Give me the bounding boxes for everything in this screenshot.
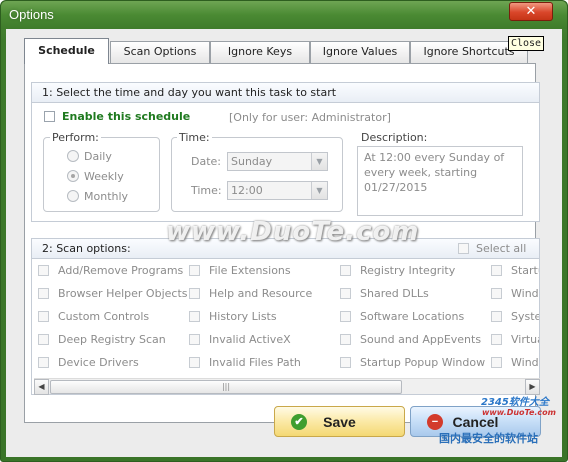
cancel-button[interactable]: − Cancel — [410, 406, 541, 437]
scan-option-label[interactable]: Invalid Files Path — [209, 356, 301, 369]
description-legend: Description: — [359, 131, 430, 144]
scan-option-checkbox[interactable] — [491, 357, 502, 368]
scan-option-label[interactable]: Custom Controls — [58, 310, 149, 323]
date-label: Date: — [191, 155, 221, 168]
close-icon: ✕ — [525, 4, 537, 19]
scan-option-checkbox[interactable] — [491, 288, 502, 299]
description-box: At 12:00 every Sunday of every week, sta… — [357, 146, 523, 216]
tab-ignore-values[interactable]: Ignore Values — [310, 41, 410, 63]
scan-option-label[interactable]: Windo — [511, 356, 539, 369]
scan-option-label[interactable]: Add/Remove Programs — [58, 264, 183, 277]
perform-legend: Perform: — [50, 131, 101, 144]
scan-option-label[interactable]: Deep Registry Scan — [58, 333, 166, 346]
save-button[interactable]: ✔ Save — [274, 406, 405, 437]
enable-schedule-label[interactable]: Enable this schedule — [62, 110, 190, 123]
scan-option-checkbox[interactable] — [189, 311, 200, 322]
scan-option-label[interactable]: Startu — [511, 264, 539, 277]
scroll-grip-icon: ||| — [221, 382, 231, 391]
radio-weekly[interactable] — [67, 170, 79, 182]
scan-option-label[interactable]: Startup Popup Window — [360, 356, 485, 369]
scan-option-checkbox[interactable] — [340, 334, 351, 345]
schedule-section-title: 1: Select the time and day you want this… — [32, 83, 539, 103]
time-legend: Time: — [177, 131, 212, 144]
scroll-right-button[interactable]: ▶ — [525, 379, 540, 395]
scan-options-grid: Add/Remove Programs Browser Helper Object… — [32, 259, 539, 378]
close-tooltip: Close — [508, 36, 544, 51]
scan-option-checkbox[interactable] — [38, 311, 49, 322]
title-bar[interactable]: Options ✕ — [1, 1, 567, 29]
scan-option-label[interactable]: Registry Integrity — [360, 264, 455, 277]
tab-ignore-keys[interactable]: Ignore Keys — [210, 41, 310, 63]
scan-option-label[interactable]: Invalid ActiveX — [209, 333, 291, 346]
radio-monthly-label[interactable]: Monthly — [84, 190, 128, 203]
select-all-checkbox[interactable] — [458, 243, 469, 254]
scan-option-checkbox[interactable] — [189, 357, 200, 368]
scan-option-checkbox[interactable] — [189, 334, 200, 345]
scan-option-checkbox[interactable] — [38, 357, 49, 368]
select-all-label[interactable]: Select all — [476, 242, 526, 255]
scan-option-label[interactable]: History Lists — [209, 310, 277, 323]
scan-option-label[interactable]: Shared DLLs — [360, 287, 429, 300]
scan-option-checkbox[interactable] — [340, 288, 351, 299]
horizontal-scrollbar[interactable]: ◀ ||| ▶ — [34, 378, 540, 395]
scan-option-checkbox[interactable] — [38, 334, 49, 345]
radio-monthly[interactable] — [67, 190, 79, 202]
user-note: [Only for user: Administrator] — [229, 111, 391, 124]
tab-scan-options[interactable]: Scan Options — [110, 41, 210, 63]
scan-option-checkbox[interactable] — [491, 311, 502, 322]
scan-option-checkbox[interactable] — [38, 288, 49, 299]
scan-option-checkbox[interactable] — [340, 357, 351, 368]
description-text: At 12:00 every Sunday of every week, sta… — [364, 151, 505, 194]
scan-option-label[interactable]: Software Locations — [360, 310, 464, 323]
cancel-label: Cancel — [452, 414, 499, 430]
radio-weekly-label[interactable]: Weekly — [84, 170, 124, 183]
date-select[interactable]: Sunday ▼ — [227, 152, 328, 171]
time-select-value: 12:00 — [231, 184, 263, 197]
scan-option-checkbox[interactable] — [340, 311, 351, 322]
radio-daily-label[interactable]: Daily — [84, 150, 112, 163]
scroll-left-button[interactable]: ◀ — [34, 379, 49, 395]
options-window: Options ✕ Close Schedule Scan Options Ig… — [0, 0, 568, 462]
scan-option-label[interactable]: Windo — [511, 287, 539, 300]
scan-option-checkbox[interactable] — [189, 265, 200, 276]
chevron-down-icon: ▼ — [311, 153, 327, 170]
scan-option-label[interactable]: File Extensions — [209, 264, 291, 277]
date-select-value: Sunday — [231, 155, 273, 168]
scan-option-label[interactable]: Device Drivers — [58, 356, 139, 369]
scan-option-checkbox[interactable] — [340, 265, 351, 276]
scan-option-checkbox[interactable] — [491, 265, 502, 276]
radio-daily[interactable] — [67, 150, 79, 162]
time-label: Time: — [191, 184, 222, 197]
scan-option-checkbox[interactable] — [189, 288, 200, 299]
scan-option-label[interactable]: Browser Helper Objects — [58, 287, 188, 300]
scan-option-checkbox[interactable] — [38, 265, 49, 276]
scroll-thumb[interactable]: ||| — [50, 380, 402, 394]
save-label: Save — [323, 414, 356, 430]
scan-option-label[interactable]: Syste — [511, 310, 539, 323]
scan-option-checkbox[interactable] — [491, 334, 502, 345]
close-button[interactable]: ✕ — [509, 2, 553, 21]
tab-schedule[interactable]: Schedule — [24, 38, 109, 64]
time-fieldset: Time: — [171, 131, 343, 212]
time-select[interactable]: 12:00 ▼ — [227, 181, 328, 200]
enable-schedule-checkbox[interactable] — [44, 111, 55, 122]
scan-option-label[interactable]: Sound and AppEvents — [360, 333, 481, 346]
scan-option-label[interactable]: Virtua — [511, 333, 539, 346]
chevron-down-icon: ▼ — [311, 182, 327, 199]
scan-option-label[interactable]: Help and Resource — [209, 287, 312, 300]
window-title: Options — [9, 7, 54, 22]
